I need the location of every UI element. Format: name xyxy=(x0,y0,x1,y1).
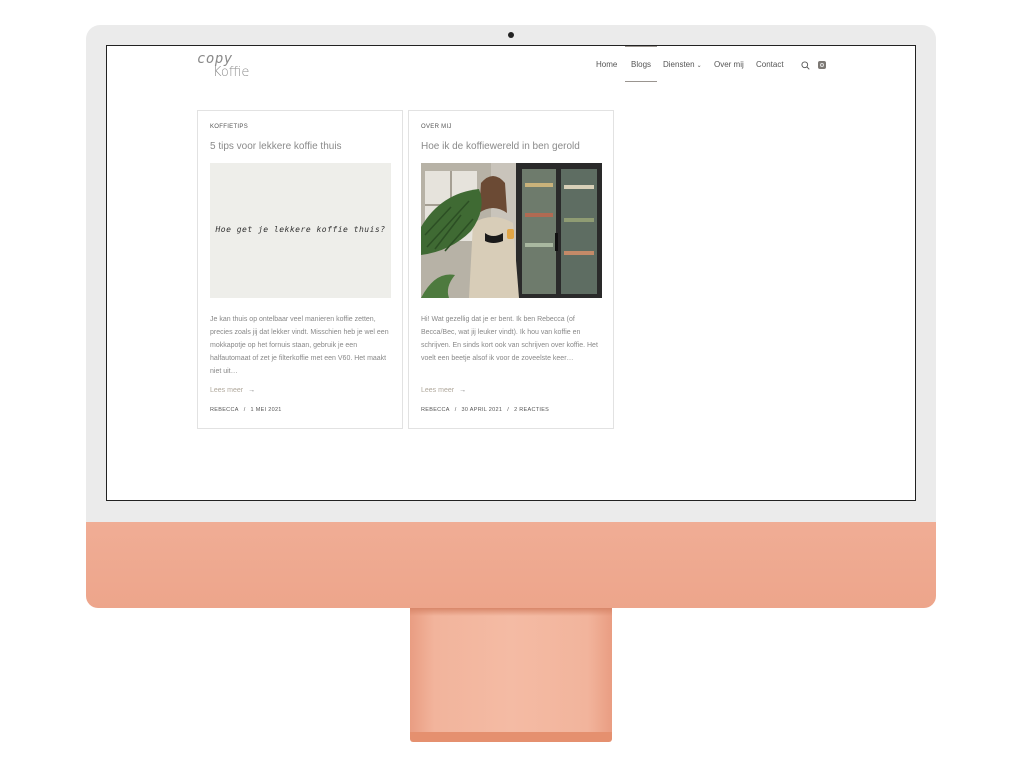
post-category[interactable]: KOFFIETIPS xyxy=(210,124,248,130)
post-comments-count[interactable]: 2 REACTIES xyxy=(514,407,549,413)
read-more-label: Lees meer xyxy=(210,387,244,394)
screen: copy Koffie Home Blogs Diensten ⌄ Over mi… xyxy=(106,45,916,501)
post-author[interactable]: REBECCA xyxy=(210,407,239,413)
camera-dot xyxy=(508,32,514,38)
post-image[interactable]: Hoe get je lekkere koffie thuis? xyxy=(210,163,391,298)
nav-item-home[interactable]: Home xyxy=(596,60,617,69)
meta-separator: / xyxy=(454,407,457,413)
arrow-right-icon: → xyxy=(459,387,467,394)
post-date: 30 APRIL 2021 xyxy=(461,407,503,413)
post-excerpt: Hi! Wat gezellig dat je er bent. Ik ben … xyxy=(421,316,598,362)
post-title[interactable]: Hoe ik de koffiewereld in ben gerold xyxy=(421,141,580,152)
stand-foot xyxy=(410,732,612,742)
search-icon[interactable] xyxy=(801,61,810,70)
instagram-icon[interactable] xyxy=(818,61,826,69)
nav-item-blogs[interactable]: Blogs xyxy=(624,46,658,82)
post-image-text: Hoe get je lekkere koffie thuis? xyxy=(215,225,386,234)
site-header: copy Koffie Home Blogs Diensten ⌄ Over mi… xyxy=(107,46,915,86)
nav-item-over-mij[interactable]: Over mij xyxy=(714,60,744,69)
meta-separator: / xyxy=(507,407,510,413)
arrow-right-icon: → xyxy=(248,387,256,394)
nav-item-diensten[interactable]: Diensten ⌄ xyxy=(663,60,702,69)
nav-item-contact[interactable]: Contact xyxy=(756,60,784,69)
read-more-link[interactable]: Lees meer → xyxy=(210,387,255,394)
post-excerpt: Je kan thuis op ontelbaar veel manieren … xyxy=(210,316,389,375)
stand-shadow xyxy=(410,608,612,616)
read-more-link[interactable]: Lees meer → xyxy=(421,387,466,394)
post-meta: REBECCA / 30 APRIL 2021 / 2 REACTIES xyxy=(421,407,549,413)
post-photo[interactable] xyxy=(421,163,602,298)
site-logo[interactable]: copy Koffie xyxy=(197,51,267,85)
post-category[interactable]: OVER MIJ xyxy=(421,124,452,130)
post-meta: REBECCA / 1 MEI 2021 xyxy=(210,407,282,413)
read-more-label: Lees meer xyxy=(421,387,455,394)
monitor-chin xyxy=(86,522,936,608)
post-author[interactable]: REBECCA xyxy=(421,407,450,413)
meta-separator: / xyxy=(243,407,246,413)
post-date: 1 MEI 2021 xyxy=(250,407,282,413)
nav-item-diensten-label: Diensten xyxy=(663,60,695,69)
chevron-down-icon: ⌄ xyxy=(696,63,702,69)
monitor-stand xyxy=(410,608,612,736)
post-card: KOFFIETIPS 5 tips voor lekkere koffie th… xyxy=(197,110,403,429)
post-card: OVER MIJ Hoe ik de koffiewereld in ben g… xyxy=(408,110,614,429)
logo-word-bottom: Koffie xyxy=(213,65,250,80)
post-title[interactable]: 5 tips voor lekkere koffie thuis xyxy=(210,141,342,152)
